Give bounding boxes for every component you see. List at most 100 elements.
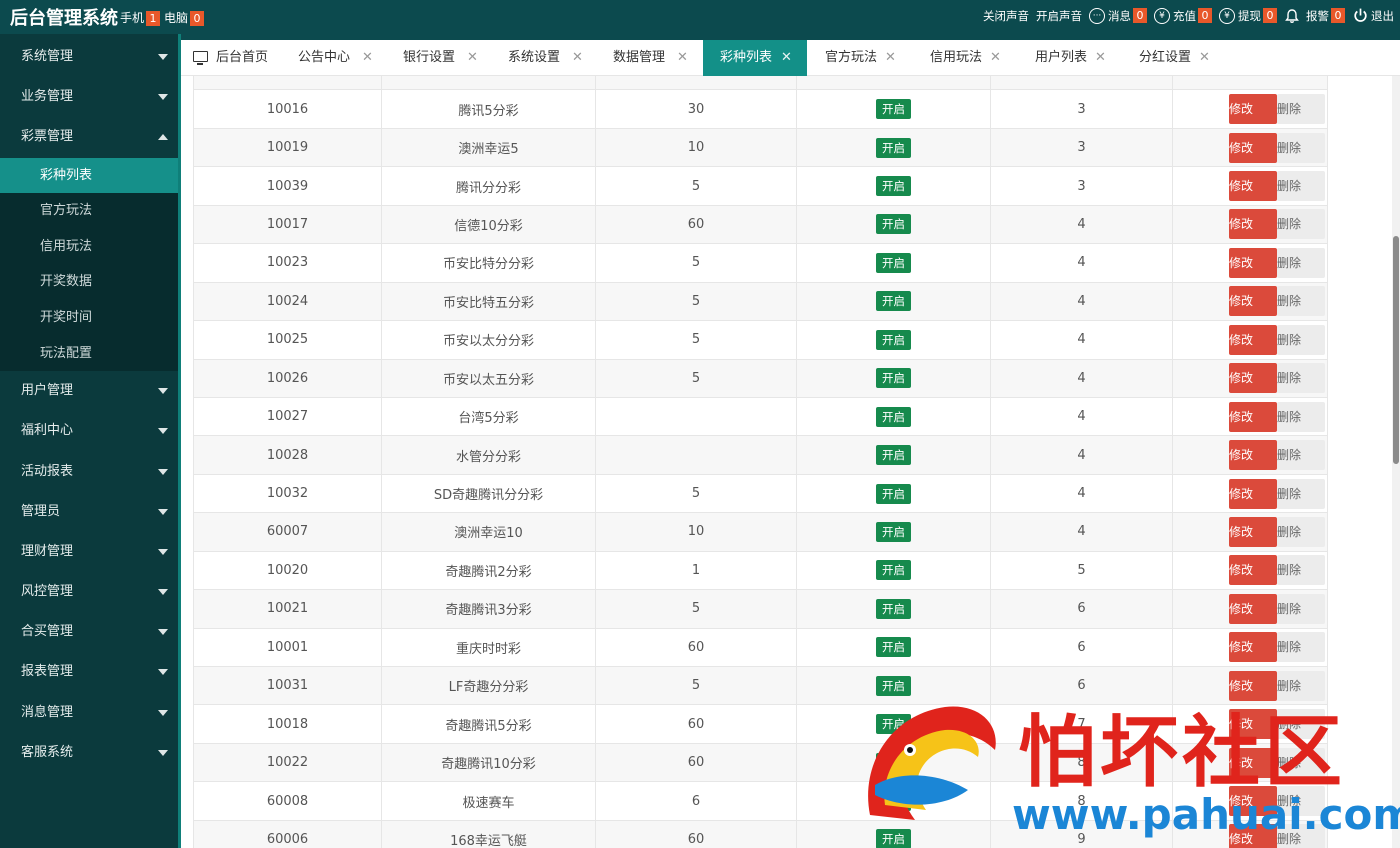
logout-button[interactable]: 退出: [1352, 7, 1394, 24]
edit-button[interactable]: 修改: [1229, 401, 1277, 432]
status-badge[interactable]: 开启: [876, 445, 911, 466]
sidebar-item-system[interactable]: 系统管理: [0, 37, 178, 77]
status-badge[interactable]: 开启: [876, 368, 911, 389]
status-badge[interactable]: 开启: [876, 637, 911, 658]
close-icon[interactable]: ✕: [781, 40, 792, 76]
status-badge[interactable]: 开启: [876, 99, 911, 120]
delete-button[interactable]: 删除: [1277, 286, 1325, 317]
sidebar-item-lottery[interactable]: 彩票管理: [0, 117, 178, 157]
status-badge[interactable]: 开启: [876, 406, 911, 427]
submenu-item-credit-play[interactable]: 信用玩法: [0, 229, 178, 265]
unmute-button[interactable]: 开启声音: [1036, 8, 1082, 24]
delete-button[interactable]: 删除: [1277, 209, 1325, 240]
submenu-item-draw-time[interactable]: 开奖时间: [0, 300, 178, 336]
tab-lottery-list[interactable]: 彩种列表 ✕: [703, 40, 807, 76]
status-badge[interactable]: 开启: [876, 329, 911, 350]
delete-button[interactable]: 删除: [1277, 247, 1325, 278]
recharge-button[interactable]: ¥ 充值 0: [1154, 7, 1212, 24]
edit-button[interactable]: 修改: [1229, 247, 1277, 278]
status-cell: 开启: [796, 512, 991, 552]
sidebar-item-support[interactable]: 客服系统: [0, 733, 178, 773]
submenu-item-official-play[interactable]: 官方玩法: [0, 193, 178, 229]
submenu-item-draw-data[interactable]: 开奖数据: [0, 264, 178, 300]
edit-button[interactable]: 修改: [1229, 94, 1277, 125]
delete-button[interactable]: 删除: [1277, 632, 1325, 663]
tab-dividend-settings[interactable]: 分红设置 ✕: [1121, 40, 1225, 76]
table-row: [193, 76, 1328, 91]
edit-button[interactable]: 修改: [1229, 516, 1277, 547]
close-icon[interactable]: ✕: [885, 40, 896, 76]
status-badge[interactable]: 开启: [876, 483, 911, 504]
value-cell: 60: [595, 627, 797, 668]
status-badge[interactable]: 开启: [876, 291, 911, 312]
tab-announcements[interactable]: 公告中心 ✕: [284, 40, 389, 76]
sidebar-item-business[interactable]: 业务管理: [0, 77, 178, 117]
withdraw-button[interactable]: ¥ 提现 0: [1219, 7, 1277, 24]
status-badge[interactable]: 开启: [876, 521, 911, 542]
delete-button[interactable]: 删除: [1277, 478, 1325, 509]
submenu-item-play-config[interactable]: 玩法配置: [0, 336, 178, 372]
status-badge[interactable]: 开启: [876, 214, 911, 235]
edit-button[interactable]: 修改: [1229, 555, 1277, 586]
delete-button[interactable]: 删除: [1277, 324, 1325, 355]
close-icon[interactable]: ✕: [467, 40, 478, 76]
sidebar-item-admins[interactable]: 管理员: [0, 492, 178, 532]
sidebar-item-welfare[interactable]: 福利中心: [0, 411, 178, 451]
delete-button[interactable]: 删除: [1277, 363, 1325, 394]
sidebar-item-group-buy[interactable]: 合买管理: [0, 612, 178, 652]
sidebar-item-activity-report[interactable]: 活动报表: [0, 452, 178, 492]
pc-count-badge: 0: [190, 11, 205, 26]
edit-button[interactable]: 修改: [1229, 632, 1277, 663]
scrollbar-thumb[interactable]: [1393, 236, 1399, 464]
tab-home[interactable]: 后台首页: [181, 40, 284, 76]
delete-button[interactable]: 删除: [1277, 593, 1325, 624]
close-icon[interactable]: ✕: [677, 40, 688, 76]
status-badge[interactable]: 开启: [876, 176, 911, 197]
sidebar-item-reports[interactable]: 报表管理: [0, 652, 178, 692]
edit-button[interactable]: 修改: [1229, 324, 1277, 355]
sidebar-item-risk[interactable]: 风控管理: [0, 572, 178, 612]
status-badge[interactable]: 开启: [876, 560, 911, 581]
status-cell: 开启: [796, 396, 991, 437]
delete-button[interactable]: 删除: [1277, 401, 1325, 432]
close-icon[interactable]: ✕: [572, 40, 583, 76]
sidebar-item-users[interactable]: 用户管理: [0, 371, 178, 411]
sidebar-item-finance[interactable]: 理财管理: [0, 532, 178, 572]
delete-button[interactable]: 删除: [1277, 440, 1325, 471]
delete-button[interactable]: 删除: [1277, 94, 1325, 125]
close-icon[interactable]: ✕: [362, 40, 373, 76]
delete-button[interactable]: 删除: [1277, 132, 1325, 163]
status-badge[interactable]: 开启: [876, 675, 911, 696]
edit-button[interactable]: 修改: [1229, 132, 1277, 163]
sidebar-item-messages[interactable]: 消息管理: [0, 693, 178, 733]
tab-official-play[interactable]: 官方玩法 ✕: [807, 40, 912, 76]
mute-button[interactable]: 关闭声音: [983, 8, 1029, 24]
delete-button[interactable]: 删除: [1277, 171, 1325, 202]
delete-button[interactable]: 删除: [1277, 555, 1325, 586]
status-badge[interactable]: 开启: [876, 598, 911, 619]
edit-button[interactable]: 修改: [1229, 286, 1277, 317]
tab-credit-play[interactable]: 信用玩法 ✕: [912, 40, 1017, 76]
status-badge[interactable]: 开启: [876, 137, 911, 158]
edit-button[interactable]: 修改: [1229, 209, 1277, 240]
tab-data-management[interactable]: 数据管理 ✕: [599, 40, 703, 76]
alarm-button[interactable]: 报警 0: [1284, 8, 1345, 24]
scrollbar[interactable]: [1392, 76, 1400, 848]
delete-button[interactable]: 删除: [1277, 516, 1325, 547]
submenu-item-lottery-list[interactable]: 彩种列表: [0, 157, 178, 194]
edit-button[interactable]: 修改: [1229, 440, 1277, 471]
status-badge[interactable]: 开启: [876, 252, 911, 273]
tab-system-settings[interactable]: 系统设置 ✕: [494, 40, 599, 76]
edit-button[interactable]: 修改: [1229, 478, 1277, 509]
close-icon[interactable]: ✕: [1199, 40, 1210, 76]
sidebar-item-label: 合买管理: [21, 624, 74, 640]
close-icon[interactable]: ✕: [990, 40, 1001, 76]
tab-bank-settings[interactable]: 银行设置 ✕: [389, 40, 494, 76]
edit-button[interactable]: 修改: [1229, 171, 1277, 202]
header-tools: 关闭声音 开启声音 ··· 消息 0 ¥ 充值 0 ¥ 提现 0 报警 0 退出: [976, 7, 1394, 24]
edit-button[interactable]: 修改: [1229, 363, 1277, 394]
messages-button[interactable]: ··· 消息 0: [1089, 7, 1147, 24]
tab-user-list[interactable]: 用户列表 ✕: [1017, 40, 1121, 76]
close-icon[interactable]: ✕: [1095, 40, 1106, 76]
edit-button[interactable]: 修改: [1229, 593, 1277, 624]
